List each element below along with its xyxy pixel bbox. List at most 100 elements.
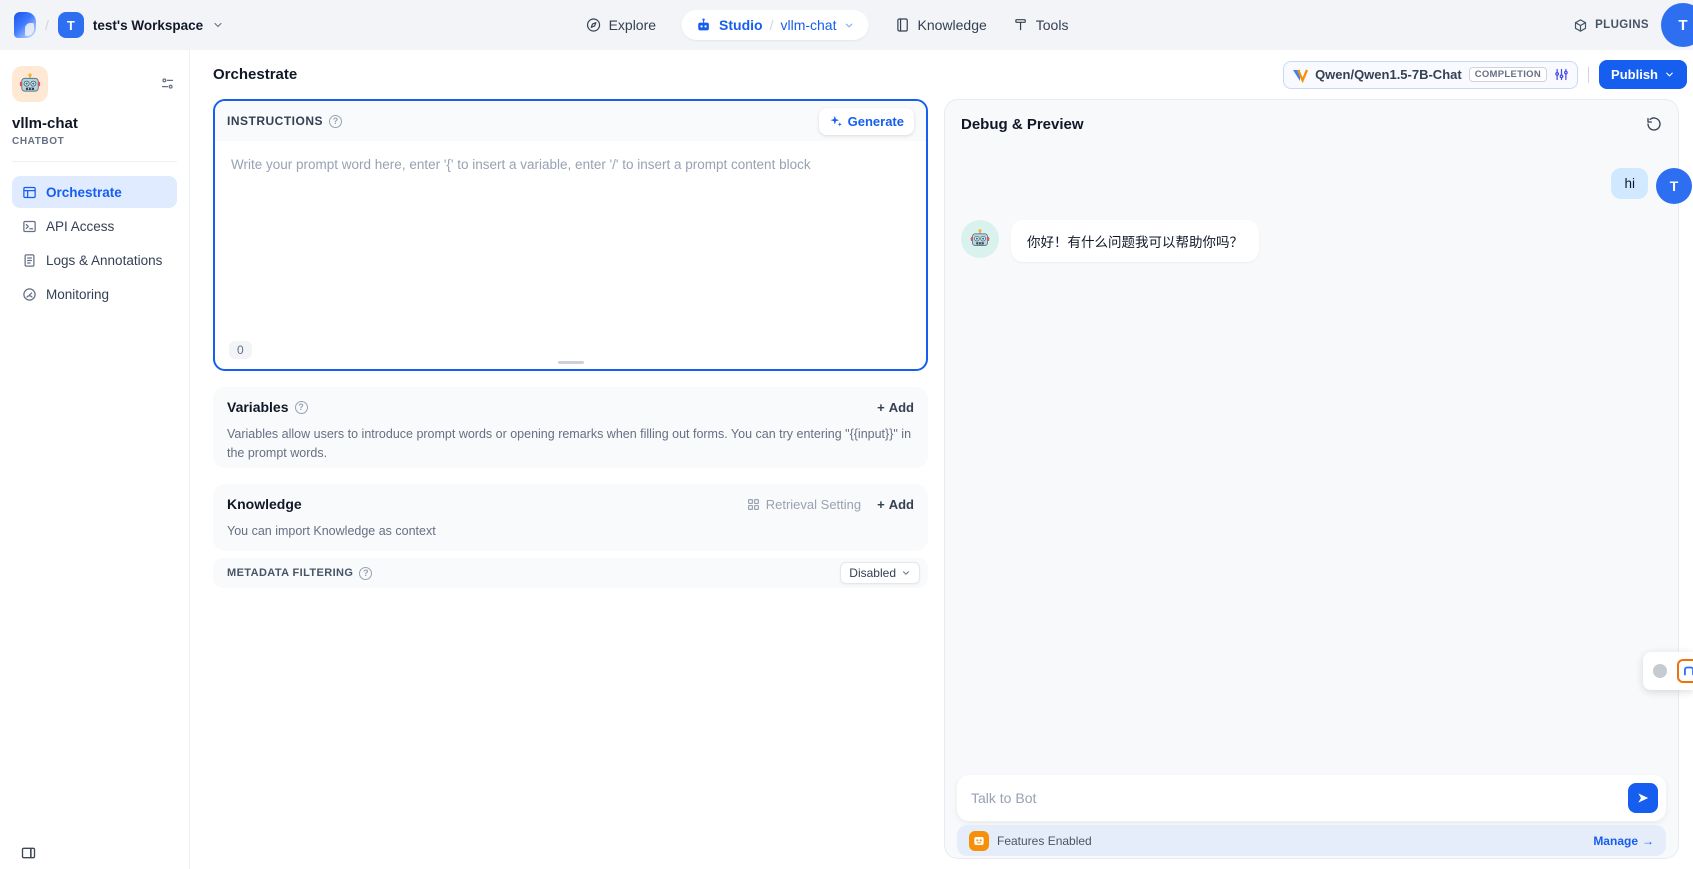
knowledge-panel: Knowledge Retrieval Setting + Add You ca…: [213, 484, 928, 551]
instructions-panel: INSTRUCTIONS ? Generate Write your promp…: [213, 99, 928, 371]
plus-icon: +: [877, 497, 885, 512]
chevron-down-icon: [901, 568, 911, 578]
nav-item-label: Explore: [609, 17, 656, 33]
help-icon[interactable]: ?: [329, 115, 342, 128]
workspace-name[interactable]: test's Workspace: [93, 18, 203, 33]
main-content: Orchestrate Qwen/Qwen1.5-7B-Chat COMPLET…: [190, 50, 1693, 869]
gauge-icon: [22, 287, 37, 302]
sidebar-item-logs-annotations[interactable]: Logs & Annotations: [12, 244, 177, 276]
send-button[interactable]: [1628, 783, 1658, 813]
plus-icon: +: [877, 400, 885, 415]
chat-message-assistant: 你好！有什么问题我可以帮助你吗？: [961, 220, 1662, 262]
chat-input[interactable]: [957, 775, 1666, 821]
send-icon: [1636, 791, 1650, 805]
assistant-message-bubble: 你好！有什么问题我可以帮助你吗？: [1011, 220, 1259, 262]
knowledge-description: You can import Knowledge as context: [213, 518, 928, 553]
chat-message-user: hi T: [961, 168, 1662, 204]
breadcrumb-separator: /: [45, 17, 49, 33]
retrieval-setting-label: Retrieval Setting: [766, 497, 861, 512]
hammer-icon: [1013, 17, 1029, 33]
top-nav: / T test's Workspace Explore Studio / vl…: [0, 0, 1693, 50]
vllm-logo-icon: [1292, 67, 1308, 83]
add-knowledge-button[interactable]: + Add: [877, 497, 914, 512]
metadata-filtering-select[interactable]: Disabled: [840, 562, 920, 584]
plugins-label: PLUGINS: [1595, 19, 1649, 31]
robot-emoji-icon: [18, 72, 42, 96]
model-name: Qwen/Qwen1.5-7B-Chat: [1315, 67, 1462, 82]
variables-panel: Variables ? + Add Variables allow users …: [213, 387, 928, 468]
workspace-avatar[interactable]: T: [58, 12, 84, 38]
floating-widget[interactable]: [1643, 652, 1693, 690]
metadata-filtering-value: Disabled: [849, 566, 896, 580]
app-type-badge: CHATBOT: [12, 136, 177, 147]
prompt-editor[interactable]: Write your prompt word here, enter '{' t…: [215, 141, 926, 369]
user-avatar[interactable]: T: [1661, 3, 1693, 47]
workspace-switcher[interactable]: / T test's Workspace: [14, 12, 224, 38]
arrow-right-icon: →: [1642, 834, 1654, 848]
add-variable-button[interactable]: + Add: [877, 400, 914, 415]
divider: [1588, 67, 1589, 83]
generate-label: Generate: [848, 114, 904, 129]
publish-label: Publish: [1611, 67, 1658, 82]
plugins-button[interactable]: PLUGINS: [1573, 18, 1649, 33]
metadata-filtering-row: METADATA FILTERING ? Disabled: [213, 558, 928, 588]
nav-item-studio[interactable]: Studio / vllm-chat: [682, 10, 868, 40]
app-avatar: [12, 66, 48, 102]
generate-button[interactable]: Generate: [819, 108, 914, 135]
manage-label: Manage: [1593, 834, 1638, 848]
chat-history: hi T 你好！有什么问题我可以帮助你吗？: [945, 168, 1678, 262]
char-count-badge: 0: [229, 341, 252, 359]
publish-button[interactable]: Publish: [1599, 60, 1687, 89]
current-app-name[interactable]: vllm-chat: [780, 17, 836, 33]
chevron-down-icon[interactable]: [212, 19, 224, 31]
sparkle-icon: [829, 114, 843, 128]
instructions-title: INSTRUCTIONS: [227, 114, 323, 128]
knowledge-title: Knowledge: [227, 496, 302, 512]
nav-item-label: Knowledge: [917, 17, 986, 33]
features-icon: [969, 831, 989, 851]
retrieval-setting-button[interactable]: Retrieval Setting: [747, 497, 861, 512]
page-title: Orchestrate: [213, 66, 297, 83]
variables-description: Variables allow users to introduce promp…: [213, 421, 928, 476]
widget-dot-icon[interactable]: [1653, 664, 1667, 678]
model-params-icon[interactable]: [1554, 67, 1569, 82]
breadcrumb-separator: /: [770, 17, 774, 33]
sidebar-item-label: Monitoring: [46, 287, 109, 302]
nav-item-explore[interactable]: Explore: [586, 17, 656, 33]
robot-icon: [696, 17, 712, 33]
sidebar-item-api-access[interactable]: API Access: [12, 210, 177, 242]
chevron-down-icon: [1664, 69, 1675, 80]
bot-chat-avatar: [961, 220, 999, 258]
collapse-sidebar-icon[interactable]: [20, 845, 37, 861]
help-icon[interactable]: ?: [295, 401, 308, 414]
variables-title: Variables: [227, 399, 289, 415]
debug-preview-panel: Debug & Preview hi T 你好！有什么问题我可以帮助你吗？: [944, 99, 1679, 859]
nav-item-knowledge[interactable]: Knowledge: [894, 17, 986, 33]
restart-conversation-icon[interactable]: [1646, 116, 1662, 132]
chevron-down-icon[interactable]: [843, 20, 854, 31]
window-layout-icon: [22, 185, 37, 200]
book-icon: [894, 17, 910, 33]
studio-label: Studio: [719, 17, 763, 33]
robot-emoji-icon: [969, 228, 991, 250]
help-icon[interactable]: ?: [359, 567, 372, 580]
app-sidebar: vllm-chat CHATBOT Orchestrate API Access…: [0, 50, 190, 869]
app-name: vllm-chat: [12, 115, 177, 132]
add-label: Add: [889, 497, 914, 512]
sidebar-item-monitoring[interactable]: Monitoring: [12, 278, 177, 310]
terminal-icon: [22, 219, 37, 234]
retrieval-icon: [747, 498, 760, 511]
model-selector[interactable]: Qwen/Qwen1.5-7B-Chat COMPLETION: [1283, 61, 1578, 89]
widget-extension-icon[interactable]: [1677, 659, 1693, 683]
main-nav: Explore Studio / vllm-chat Knowledge Too…: [586, 0, 1069, 50]
features-bar: Features Enabled Manage →: [957, 825, 1666, 856]
model-mode-badge: COMPLETION: [1469, 67, 1547, 82]
nav-item-tools[interactable]: Tools: [1013, 17, 1069, 33]
dify-logo-icon[interactable]: [14, 12, 36, 38]
app-settings-icon[interactable]: [160, 76, 175, 91]
user-chat-avatar: T: [1656, 168, 1692, 204]
sidebar-item-orchestrate[interactable]: Orchestrate: [12, 176, 177, 208]
debug-preview-title: Debug & Preview: [961, 116, 1084, 133]
manage-features-link[interactable]: Manage →: [1593, 834, 1654, 848]
resize-handle[interactable]: [558, 361, 584, 364]
